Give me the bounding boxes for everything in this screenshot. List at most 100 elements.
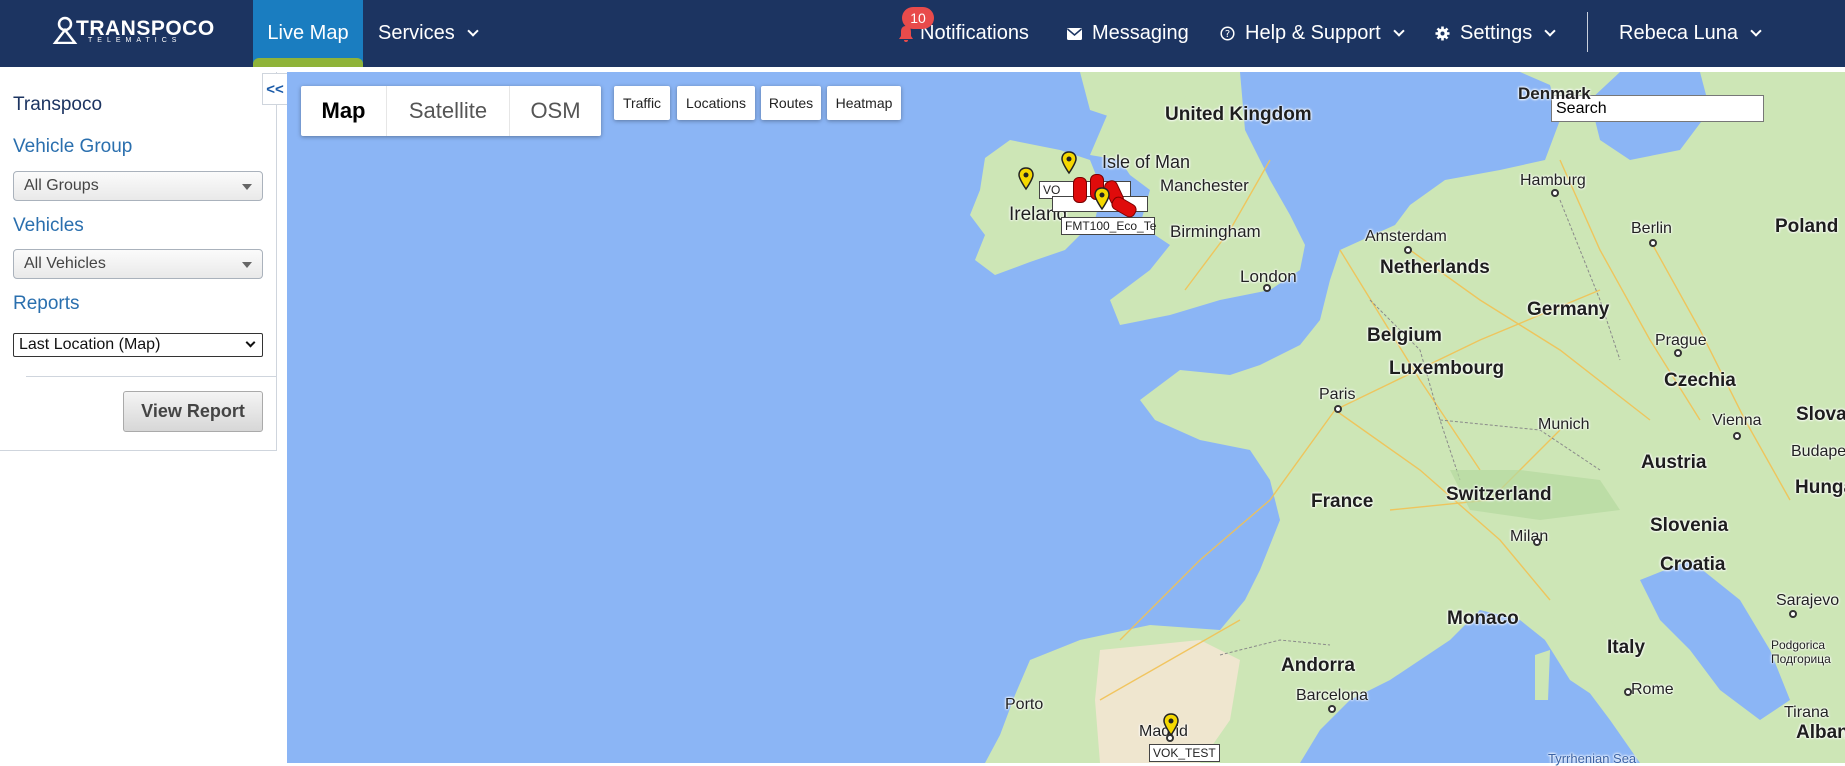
map-base-layer <box>970 72 1845 763</box>
place-label: Amsterdam <box>1365 228 1447 245</box>
city-dot <box>1404 246 1412 254</box>
collapse-sidebar-button[interactable]: << <box>262 73 288 105</box>
nav-services-label: Services <box>378 22 455 44</box>
place-label: Milan <box>1510 528 1549 545</box>
place-label: Belgium <box>1367 325 1442 346</box>
nav-help-support[interactable]: ? Help & Support <box>1220 0 1405 67</box>
reports-label: Reports <box>13 293 80 314</box>
dropdown-arrow-icon <box>242 184 252 190</box>
city-dot <box>1624 688 1632 696</box>
city-dot <box>1263 284 1271 292</box>
location-pin-icon[interactable] <box>1163 713 1179 737</box>
place-label: Austria <box>1641 452 1707 473</box>
place-label: Monaco <box>1447 608 1519 629</box>
place-label: Tirana <box>1784 704 1829 721</box>
report-select-value: Last Location (Map) <box>19 336 161 353</box>
vehicle-group-value: All Groups <box>24 177 99 194</box>
nav-live-map[interactable]: Live Map <box>253 0 363 67</box>
question-circle-icon: ? <box>1220 26 1235 41</box>
nav-messaging[interactable]: Messaging <box>1067 0 1189 67</box>
place-label: Tyrrhenian Sea <box>1548 751 1637 766</box>
nav-settings[interactable]: Settings <box>1435 0 1556 67</box>
city-dot <box>1649 239 1657 247</box>
city-dot <box>1674 349 1682 357</box>
place-label: Switzerland <box>1446 484 1552 505</box>
gear-icon <box>1435 26 1450 41</box>
nav-services[interactable]: Services <box>378 0 479 67</box>
place-label: Slovak <box>1796 404 1845 425</box>
report-select[interactable]: Last Location (Map) <box>13 333 263 357</box>
place-label: Hunga <box>1795 477 1845 498</box>
place-label: Budapes <box>1791 443 1845 460</box>
vehicles-label: Vehicles <box>13 215 84 236</box>
company-name: Transpoco <box>13 94 103 115</box>
place-label: Italy <box>1607 637 1646 658</box>
map-type-control: Map Satellite OSM <box>301 86 601 136</box>
vehicles-select[interactable]: All Vehicles <box>13 249 263 279</box>
logo-subtext: TELEMATICS <box>88 37 182 44</box>
locations-layer-button[interactable]: Locations <box>677 86 755 120</box>
place-label: Berlin <box>1631 220 1672 237</box>
chevron-down-icon <box>1750 25 1762 37</box>
location-pin-icon[interactable] <box>1018 167 1034 191</box>
traffic-layer-button[interactable]: Traffic <box>614 86 670 120</box>
nav-divider <box>1587 12 1588 52</box>
map-type-map-tab[interactable]: Map <box>301 86 387 136</box>
envelope-icon <box>1067 27 1082 40</box>
place-label: Manchester <box>1160 176 1249 195</box>
place-label: Porto <box>1005 696 1044 713</box>
chevron-down-icon <box>245 337 256 348</box>
place-label: Luxembourg <box>1389 358 1505 379</box>
logo-mark-icon <box>52 16 78 44</box>
vehicle-group-select[interactable]: All Groups <box>13 171 263 201</box>
place-label: Andorra <box>1281 655 1355 676</box>
vehicle-label[interactable]: VOK_TEST <box>1149 744 1220 762</box>
svg-text:?: ? <box>1225 29 1230 40</box>
nav-live-map-label: Live Map <box>267 22 349 44</box>
vehicle-car-icon[interactable] <box>1073 177 1087 203</box>
routes-layer-button[interactable]: Routes <box>761 86 821 120</box>
city-dot <box>1328 705 1336 713</box>
user-name: Rebeca Luna <box>1619 22 1738 44</box>
place-label: Prague <box>1655 332 1707 349</box>
place-label: Paris <box>1319 386 1356 403</box>
nav-settings-label: Settings <box>1460 22 1533 44</box>
vehicle-label[interactable]: FMT100_Eco_Te <box>1061 217 1156 235</box>
vehicles-value: All Vehicles <box>24 255 106 272</box>
map-type-osm-tab[interactable]: OSM <box>510 86 601 136</box>
place-label: Barcelona <box>1296 687 1369 704</box>
place-label: Germany <box>1527 299 1610 320</box>
view-report-button[interactable]: View Report <box>123 391 263 432</box>
user-menu[interactable]: Rebeca Luna <box>1619 0 1762 67</box>
place-label: Подгорица <box>1771 652 1831 666</box>
place-label: Birmingham <box>1170 222 1261 241</box>
nav-notifications-label: Notifications <box>920 22 1029 44</box>
transpoco-logo[interactable]: TRANSPOCO TELEMATICS <box>52 16 214 46</box>
place-label: Vienna <box>1712 412 1762 429</box>
place-label: Hamburg <box>1520 172 1586 189</box>
city-dot <box>1533 538 1541 546</box>
vehicle-group-label: Vehicle Group <box>13 136 133 157</box>
place-label: Albani <box>1796 722 1845 743</box>
live-map[interactable] <box>287 72 1845 763</box>
city-dot <box>1551 189 1559 197</box>
place-label: United Kingdom <box>1165 104 1312 125</box>
place-label: Poland <box>1775 216 1839 237</box>
notification-count-badge: 10 <box>902 7 934 29</box>
location-pin-icon[interactable] <box>1094 187 1110 211</box>
place-label: Czechia <box>1664 370 1736 391</box>
location-pin-icon[interactable] <box>1061 151 1077 175</box>
place-label: Slovenia <box>1650 515 1729 536</box>
map-type-satellite-tab[interactable]: Satellite <box>387 86 510 136</box>
active-tab-indicator <box>253 58 363 67</box>
place-label: Sarajevo <box>1776 592 1840 609</box>
place-label: Rome <box>1631 681 1674 698</box>
place-label: Podgorica <box>1771 638 1826 652</box>
city-dot <box>1334 405 1342 413</box>
dropdown-arrow-icon <box>242 262 252 268</box>
chevron-down-icon <box>467 25 479 37</box>
chevron-down-icon <box>1544 25 1556 37</box>
heatmap-layer-button[interactable]: Heatmap <box>827 86 901 120</box>
place-label: Isle of Man <box>1102 152 1191 172</box>
place-label: Denmark <box>1518 84 1591 103</box>
